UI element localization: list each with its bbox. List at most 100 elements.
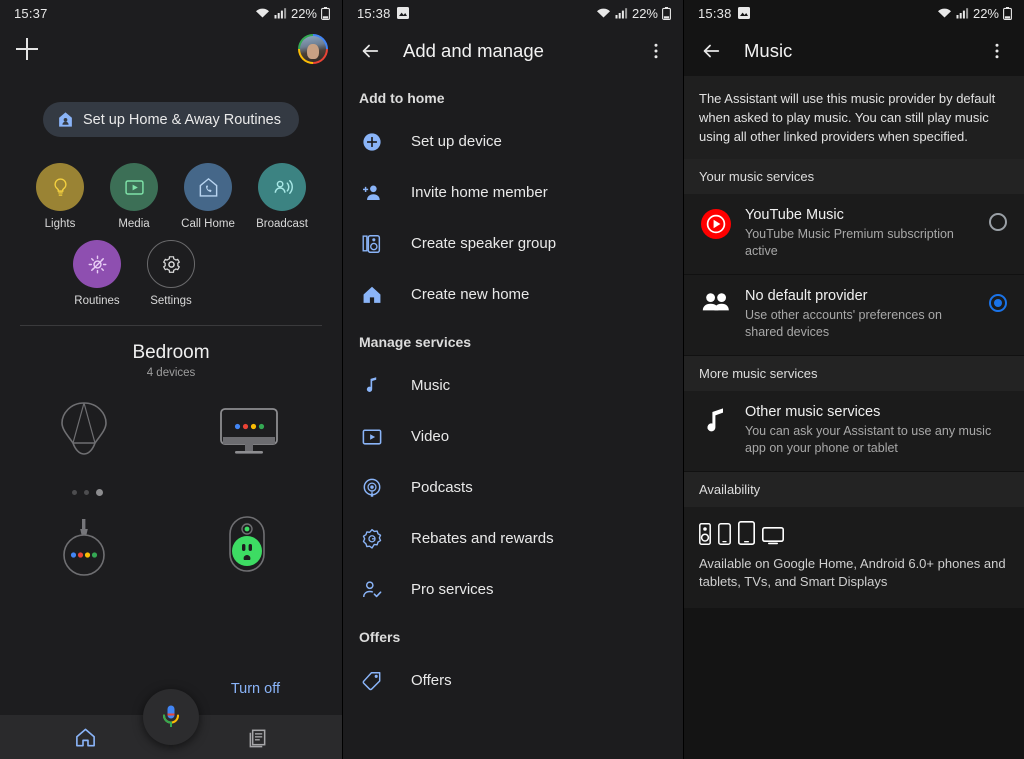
menu-item-rebates-and-rewards[interactable]: Rebates and rewards xyxy=(343,513,683,564)
tag-icon xyxy=(359,670,385,692)
back-button[interactable] xyxy=(696,36,726,66)
quick-action-routines[interactable]: Routines xyxy=(70,240,124,307)
people-icon xyxy=(699,288,733,316)
panel-music-settings: 15:38 22% xyxy=(683,0,1024,759)
feed-icon xyxy=(245,726,268,749)
media-circle xyxy=(110,163,158,211)
menu-item-set-up-device[interactable]: Set up device xyxy=(343,116,683,167)
bottom-nav-feed-tab[interactable] xyxy=(171,726,342,749)
smart-plug-outlet-icon xyxy=(218,515,276,577)
video-icon xyxy=(359,426,385,448)
room-device-count: 4 devices xyxy=(0,367,342,379)
turn-off-button[interactable]: Turn off xyxy=(231,681,280,697)
status-time: 15:38 xyxy=(698,6,732,21)
screenshot-indicator-icon xyxy=(397,7,409,19)
home-topbar xyxy=(0,26,342,72)
section-heading-your-music-services: Your music services xyxy=(684,159,1024,194)
room-title: Bedroom xyxy=(0,342,342,364)
menu-item-create-new-home[interactable]: Create new home xyxy=(343,269,683,320)
avatar-image xyxy=(300,36,326,62)
pager-dot xyxy=(84,490,89,495)
screenshot-indicator-icon xyxy=(738,7,750,19)
menu-item-video[interactable]: Video xyxy=(343,411,683,462)
setup-home-away-routines-chip[interactable]: Set up Home & Away Routines xyxy=(43,102,299,137)
menu-item-label: Invite home member xyxy=(411,184,548,201)
section-heading-availability: Availability xyxy=(684,472,1024,507)
settings-circle xyxy=(147,240,195,288)
device-light-bulb[interactable] xyxy=(55,399,113,466)
menu-item-music[interactable]: Music xyxy=(343,360,683,411)
call-home-icon xyxy=(197,176,220,199)
back-button[interactable] xyxy=(355,36,385,66)
more-vert-icon xyxy=(647,42,665,60)
phone-icon xyxy=(718,523,731,545)
pager-dot-active xyxy=(96,489,103,496)
person-check-icon xyxy=(359,579,385,601)
menu-item-podcasts[interactable]: Podcasts xyxy=(343,462,683,513)
assistant-mic-button[interactable] xyxy=(143,689,199,745)
menu-item-label: Offers xyxy=(411,672,452,689)
menu-item-label: Video xyxy=(411,428,449,445)
device-pager-dots[interactable] xyxy=(72,489,103,496)
mic-icon xyxy=(160,704,182,730)
quick-action-call-home[interactable]: Call Home xyxy=(181,163,235,230)
call-home-circle xyxy=(184,163,232,211)
menu-item-label: Music xyxy=(411,377,450,394)
status-bar-home: 15:37 22% xyxy=(0,0,342,26)
home-shield-icon xyxy=(57,111,74,128)
plus-circle-icon xyxy=(359,131,385,153)
menu-item-label: Podcasts xyxy=(411,479,473,496)
quick-action-lights[interactable]: Lights xyxy=(33,163,87,230)
broadcast-circle xyxy=(258,163,306,211)
person-add-icon xyxy=(359,182,385,204)
cellular-signal-icon xyxy=(615,7,628,19)
availability-text: Available on Google Home, Android 6.0+ p… xyxy=(699,555,1009,593)
overflow-menu-button[interactable] xyxy=(641,36,671,66)
add-button[interactable] xyxy=(14,36,40,62)
menu-item-create-speaker-group[interactable]: Create speaker group xyxy=(343,218,683,269)
other-services-title: Other music services xyxy=(745,404,1009,420)
device-smart-display[interactable] xyxy=(218,407,280,464)
status-time: 15:37 xyxy=(14,6,48,21)
service-subtitle: Use other accounts' preferences on share… xyxy=(745,307,983,342)
three-panel-screenshot: 15:37 22% xyxy=(0,0,1024,759)
youtube-music-icon xyxy=(699,207,733,239)
service-row-other-music-services[interactable]: Other music services You can ask your As… xyxy=(684,391,1024,472)
overflow-menu-button[interactable] xyxy=(982,36,1012,66)
quick-action-label: Call Home xyxy=(181,218,235,230)
rebate-badge-icon xyxy=(359,528,385,550)
speaker-dots-icon xyxy=(55,517,113,579)
music-appbar: Music xyxy=(684,26,1024,76)
quick-action-label: Settings xyxy=(150,295,192,307)
quick-action-settings[interactable]: Settings xyxy=(144,240,198,307)
lights-circle xyxy=(36,163,84,211)
speaker-group-icon xyxy=(359,233,385,255)
availability-icons xyxy=(699,521,1009,545)
routines-circle xyxy=(73,240,121,288)
menu-item-label: Create speaker group xyxy=(411,235,556,252)
menu-item-pro-services[interactable]: Pro services xyxy=(343,564,683,615)
avatar[interactable] xyxy=(298,34,328,64)
service-row-youtube-music[interactable]: YouTube Music YouTube Music Premium subs… xyxy=(684,194,1024,275)
service-row-no-default-provider[interactable]: No default provider Use other accounts' … xyxy=(684,275,1024,356)
chip-label: Set up Home & Away Routines xyxy=(83,112,281,128)
home-icon xyxy=(74,726,97,749)
radio-youtube-music[interactable] xyxy=(989,213,1007,231)
radio-no-default-provider[interactable] xyxy=(989,294,1007,312)
pager-dot xyxy=(72,490,77,495)
battery-icon xyxy=(321,7,330,20)
music-note-icon xyxy=(699,404,733,436)
device-speaker[interactable] xyxy=(55,517,113,584)
device-grid xyxy=(0,397,342,627)
wifi-icon xyxy=(596,7,611,19)
device-smart-plug[interactable] xyxy=(218,515,276,582)
smart-display-icon xyxy=(218,407,280,459)
tablet-icon xyxy=(738,521,755,545)
quick-action-broadcast[interactable]: Broadcast xyxy=(255,163,309,230)
menu-item-invite-home-member[interactable]: Invite home member xyxy=(343,167,683,218)
quick-action-media[interactable]: Media xyxy=(107,163,161,230)
battery-percent: 22% xyxy=(973,6,999,21)
music-description: The Assistant will use this music provid… xyxy=(684,76,1024,159)
menu-item-offers[interactable]: Offers xyxy=(343,655,683,706)
speaker-icon xyxy=(699,523,711,545)
